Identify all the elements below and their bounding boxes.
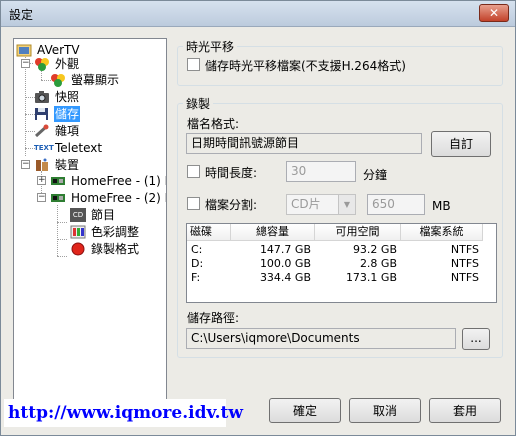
- split-size-unit: MB: [432, 199, 451, 213]
- filename-format-label: 檔名格式:: [187, 117, 240, 131]
- appearance-icon: [34, 57, 50, 71]
- tree-item-record-format[interactable]: 錄製格式: [70, 241, 164, 257]
- close-button[interactable]: ✕: [479, 4, 509, 22]
- duration-unit: 分鐘: [363, 168, 388, 182]
- free-cell: 173.1 GB: [345, 271, 397, 284]
- tree-item-homefree-2[interactable]: HomeFree - (2) F2: [50, 190, 166, 206]
- split-size-field[interactable]: 650: [367, 194, 425, 215]
- tree-item-homefree-1[interactable]: HomeFree - (1) F2: [50, 173, 166, 189]
- column-header-drive[interactable]: 磁碟: [187, 224, 231, 241]
- filesystem-cell: NTFS: [450, 271, 479, 284]
- tree-item-snapshot[interactable]: 快照: [34, 89, 164, 105]
- window-title: 設定: [9, 8, 34, 22]
- split-type-value: CD片: [291, 197, 321, 211]
- expander-homefree-2[interactable]: −: [37, 193, 46, 202]
- tree-item-device[interactable]: 裝置: [34, 157, 164, 173]
- settings-window: 設定 ✕ AVerTV − 外觀 螢幕顯示 快照 儲存 雜項 TEXT Tele…: [0, 0, 516, 436]
- cancel-button[interactable]: 取消: [349, 398, 421, 423]
- tree-item-teletext[interactable]: TEXT Teletext: [34, 140, 164, 156]
- drive-cell: C:: [191, 243, 203, 256]
- tree-item-program[interactable]: CD 節目: [70, 207, 164, 223]
- title-bar: 設定 ✕: [1, 1, 515, 27]
- apply-button[interactable]: 套用: [429, 398, 501, 423]
- ok-button[interactable]: 確定: [269, 398, 341, 423]
- osd-icon: [50, 73, 66, 87]
- timeshift-group-title: 時光平移: [183, 38, 238, 55]
- drive-cell: F:: [191, 271, 201, 284]
- tree-folder-icon: [16, 43, 32, 57]
- column-header-free[interactable]: 可用空間: [315, 224, 401, 241]
- drive-cell: D:: [191, 257, 204, 270]
- split-checkbox[interactable]: [187, 197, 200, 210]
- tree-item-color[interactable]: 色彩調整: [70, 224, 164, 240]
- save-timeshift-label: 儲存時光平移檔案(不支援H.264格式): [205, 59, 406, 73]
- split-type-select[interactable]: CD片 ▼: [286, 194, 356, 215]
- expander-appearance[interactable]: −: [21, 59, 30, 68]
- save-timeshift-checkbox[interactable]: [187, 58, 200, 71]
- duration-field[interactable]: 30: [286, 161, 356, 182]
- tree-item-save[interactable]: 儲存: [34, 106, 164, 122]
- tree-item-misc[interactable]: 雜項: [34, 123, 164, 139]
- expander-device[interactable]: −: [21, 160, 30, 169]
- floppy-icon: [34, 107, 50, 121]
- chevron-down-icon: ▼: [338, 195, 355, 214]
- split-label: 檔案分割:: [205, 198, 258, 212]
- save-path-field[interactable]: C:\Users\iqmore\Documents: [186, 328, 456, 349]
- browse-button[interactable]: ...: [462, 328, 490, 350]
- column-header-total[interactable]: 總容量: [231, 224, 315, 241]
- filesystem-cell: NTFS: [450, 243, 479, 256]
- duration-label: 時間長度:: [205, 166, 258, 180]
- tools-icon: [34, 124, 50, 138]
- tree-item-osd[interactable]: 螢幕顯示: [50, 72, 164, 88]
- drive-table[interactable]: 磁碟 總容量 可用空間 檔案系統 C: 147.7 GB 93.2 GB NTF…: [186, 223, 497, 303]
- expander-homefree-1[interactable]: +: [37, 176, 46, 185]
- channel-icon: CD: [70, 208, 86, 222]
- save-path-label: 儲存路徑:: [187, 311, 240, 325]
- duration-checkbox[interactable]: [187, 165, 200, 178]
- tuner-card-icon: [50, 191, 66, 205]
- device-icon: [34, 158, 50, 172]
- column-header-filesystem[interactable]: 檔案系統: [401, 224, 483, 241]
- tree-item-appearance[interactable]: 外觀: [34, 56, 164, 72]
- watermark-url: http://www.iqmore.idv.tw: [4, 399, 243, 427]
- teletext-icon: TEXT: [34, 144, 54, 152]
- free-cell: 2.8 GB: [359, 257, 397, 270]
- color-adjust-icon: [70, 225, 86, 239]
- free-cell: 93.2 GB: [352, 243, 397, 256]
- recording-group-title: 錄製: [183, 95, 214, 112]
- settings-tree[interactable]: AVerTV − 外觀 螢幕顯示 快照 儲存 雜項 TEXT Teletext …: [13, 38, 167, 423]
- camera-icon: [34, 90, 50, 104]
- custom-button[interactable]: 自訂: [431, 131, 491, 157]
- total-cell: 100.0 GB: [259, 257, 311, 270]
- record-icon: [70, 242, 86, 256]
- filesystem-cell: NTFS: [450, 257, 479, 270]
- total-cell: 147.7 GB: [259, 243, 311, 256]
- total-cell: 334.4 GB: [259, 271, 311, 284]
- tuner-card-icon: [50, 174, 66, 188]
- filename-format-field[interactable]: 日期時間訊號源節目: [186, 133, 422, 154]
